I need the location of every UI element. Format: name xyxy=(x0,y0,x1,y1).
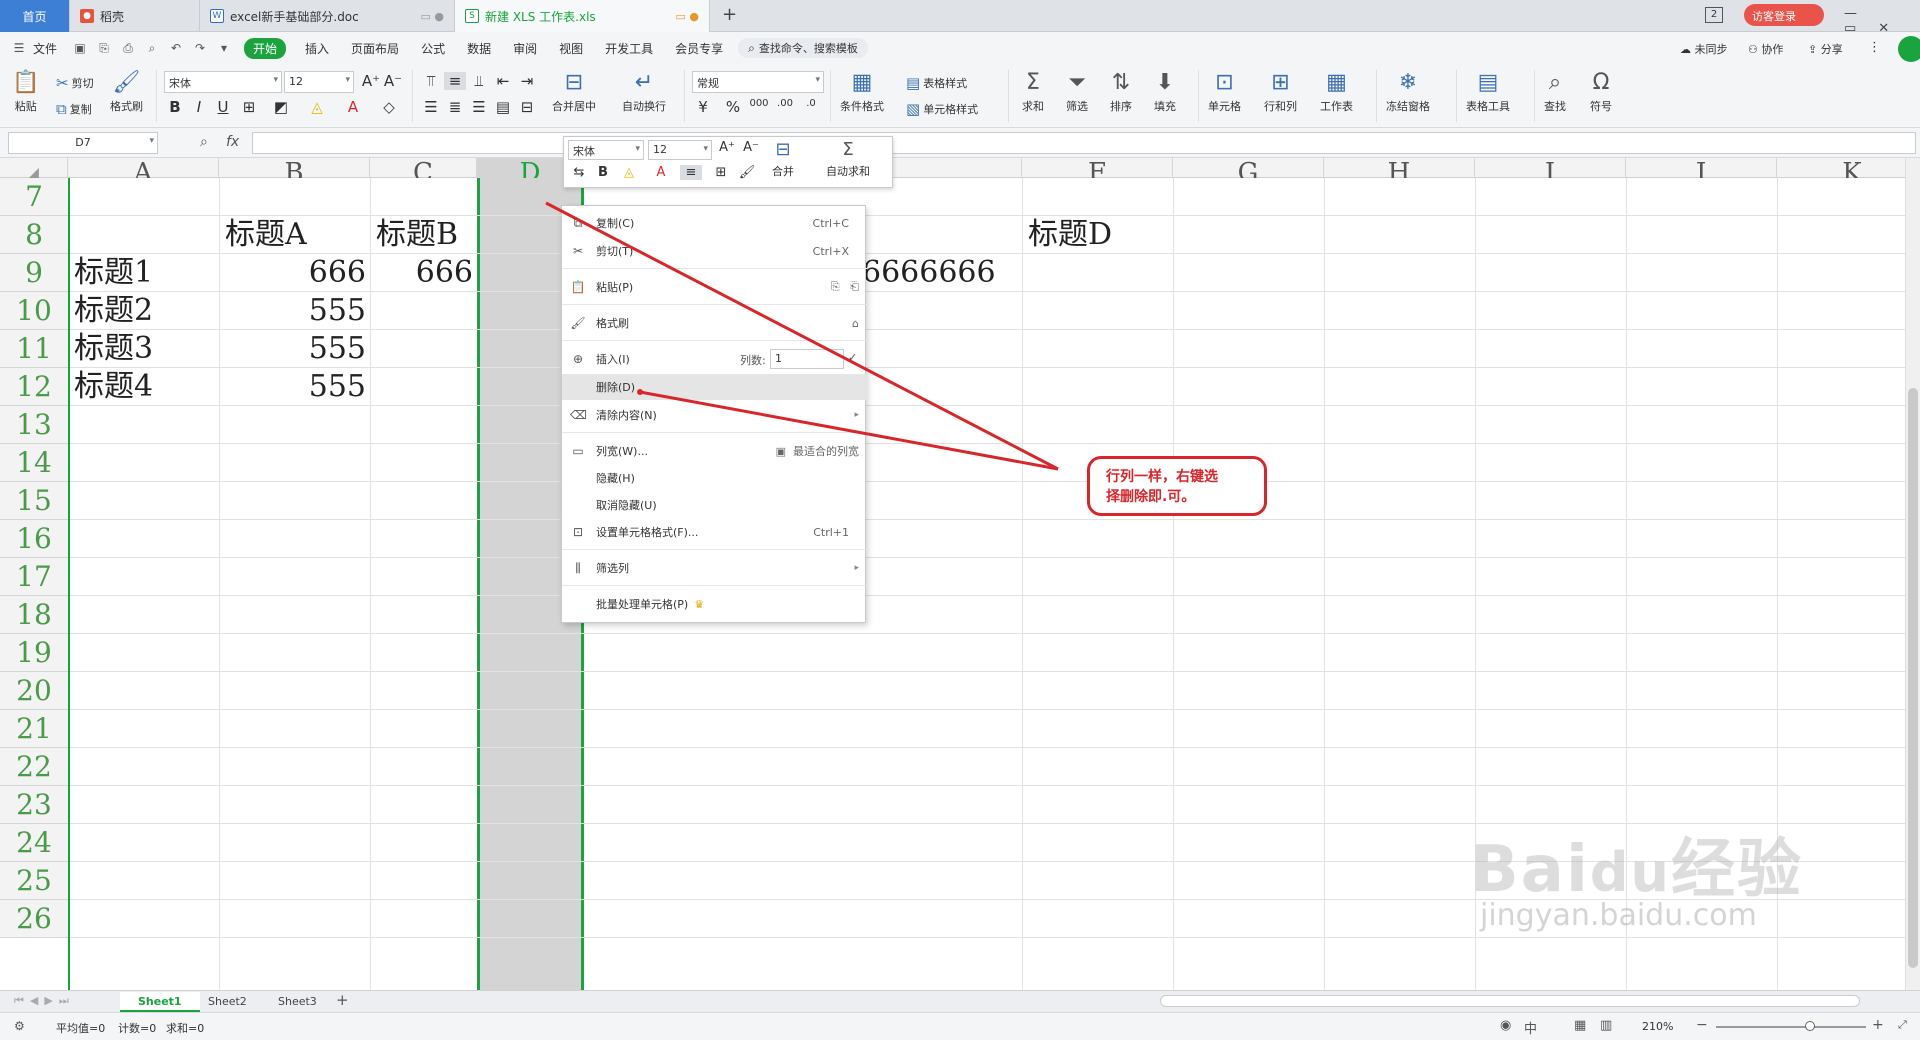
sheet-tab-2[interactable]: Sheet2 xyxy=(190,992,265,1012)
fullscreen-icon[interactable]: ⤢ xyxy=(1898,1018,1907,1032)
status-bar: ⚙ 平均值=0 计数=0 求和=0 ◉ 中 ▦ ▥ 210% − + ⤢ xyxy=(0,1012,1920,1040)
arrow-line-to-delete xyxy=(639,390,1059,471)
sheet-tab-bar: ⏮◀▶⏭ Sheet1 Sheet2 Sheet3 + xyxy=(0,990,1920,1012)
macro-icon[interactable]: ⚙ xyxy=(14,1019,25,1033)
page-view-icon[interactable]: ▥ xyxy=(1600,1018,1612,1033)
callout-line-1: 行列一样，右键选 xyxy=(1106,469,1218,485)
callout-line-2: 择删除即.可。 xyxy=(1106,489,1196,505)
zoom-slider[interactable] xyxy=(1716,1026,1866,1028)
sheet-tab-1[interactable]: Sheet1 xyxy=(120,992,200,1012)
sheet-nav-arrows-icon[interactable]: ⏮◀▶⏭ xyxy=(14,994,75,1008)
sheet-tab-3[interactable]: Sheet3 xyxy=(260,992,335,1012)
annotation-callout: 行列一样，右键选 择删除即.可。 xyxy=(1087,456,1267,516)
add-sheet-icon[interactable]: + xyxy=(336,991,349,1009)
horizontal-scrollbar[interactable] xyxy=(1160,995,1860,1007)
status-count: 计数=0 xyxy=(118,1022,157,1035)
zoom-level[interactable]: 210% xyxy=(1642,1020,1673,1033)
eye-icon[interactable]: ◉ xyxy=(1500,1018,1511,1033)
zoom-slider-handle[interactable] xyxy=(1805,1021,1815,1031)
arrow-dot xyxy=(637,389,643,395)
arrow-line-to-header xyxy=(545,201,1059,471)
zoom-out-icon[interactable]: − xyxy=(1696,1017,1708,1033)
input-method-icon[interactable]: 中 xyxy=(1524,1018,1537,1037)
normal-view-icon[interactable]: ▦ xyxy=(1574,1018,1586,1033)
status-average: 平均值=0 xyxy=(56,1022,106,1035)
zoom-in-icon[interactable]: + xyxy=(1872,1017,1884,1033)
annotation-arrows xyxy=(545,201,1059,471)
status-sum: 求和=0 xyxy=(166,1022,205,1035)
